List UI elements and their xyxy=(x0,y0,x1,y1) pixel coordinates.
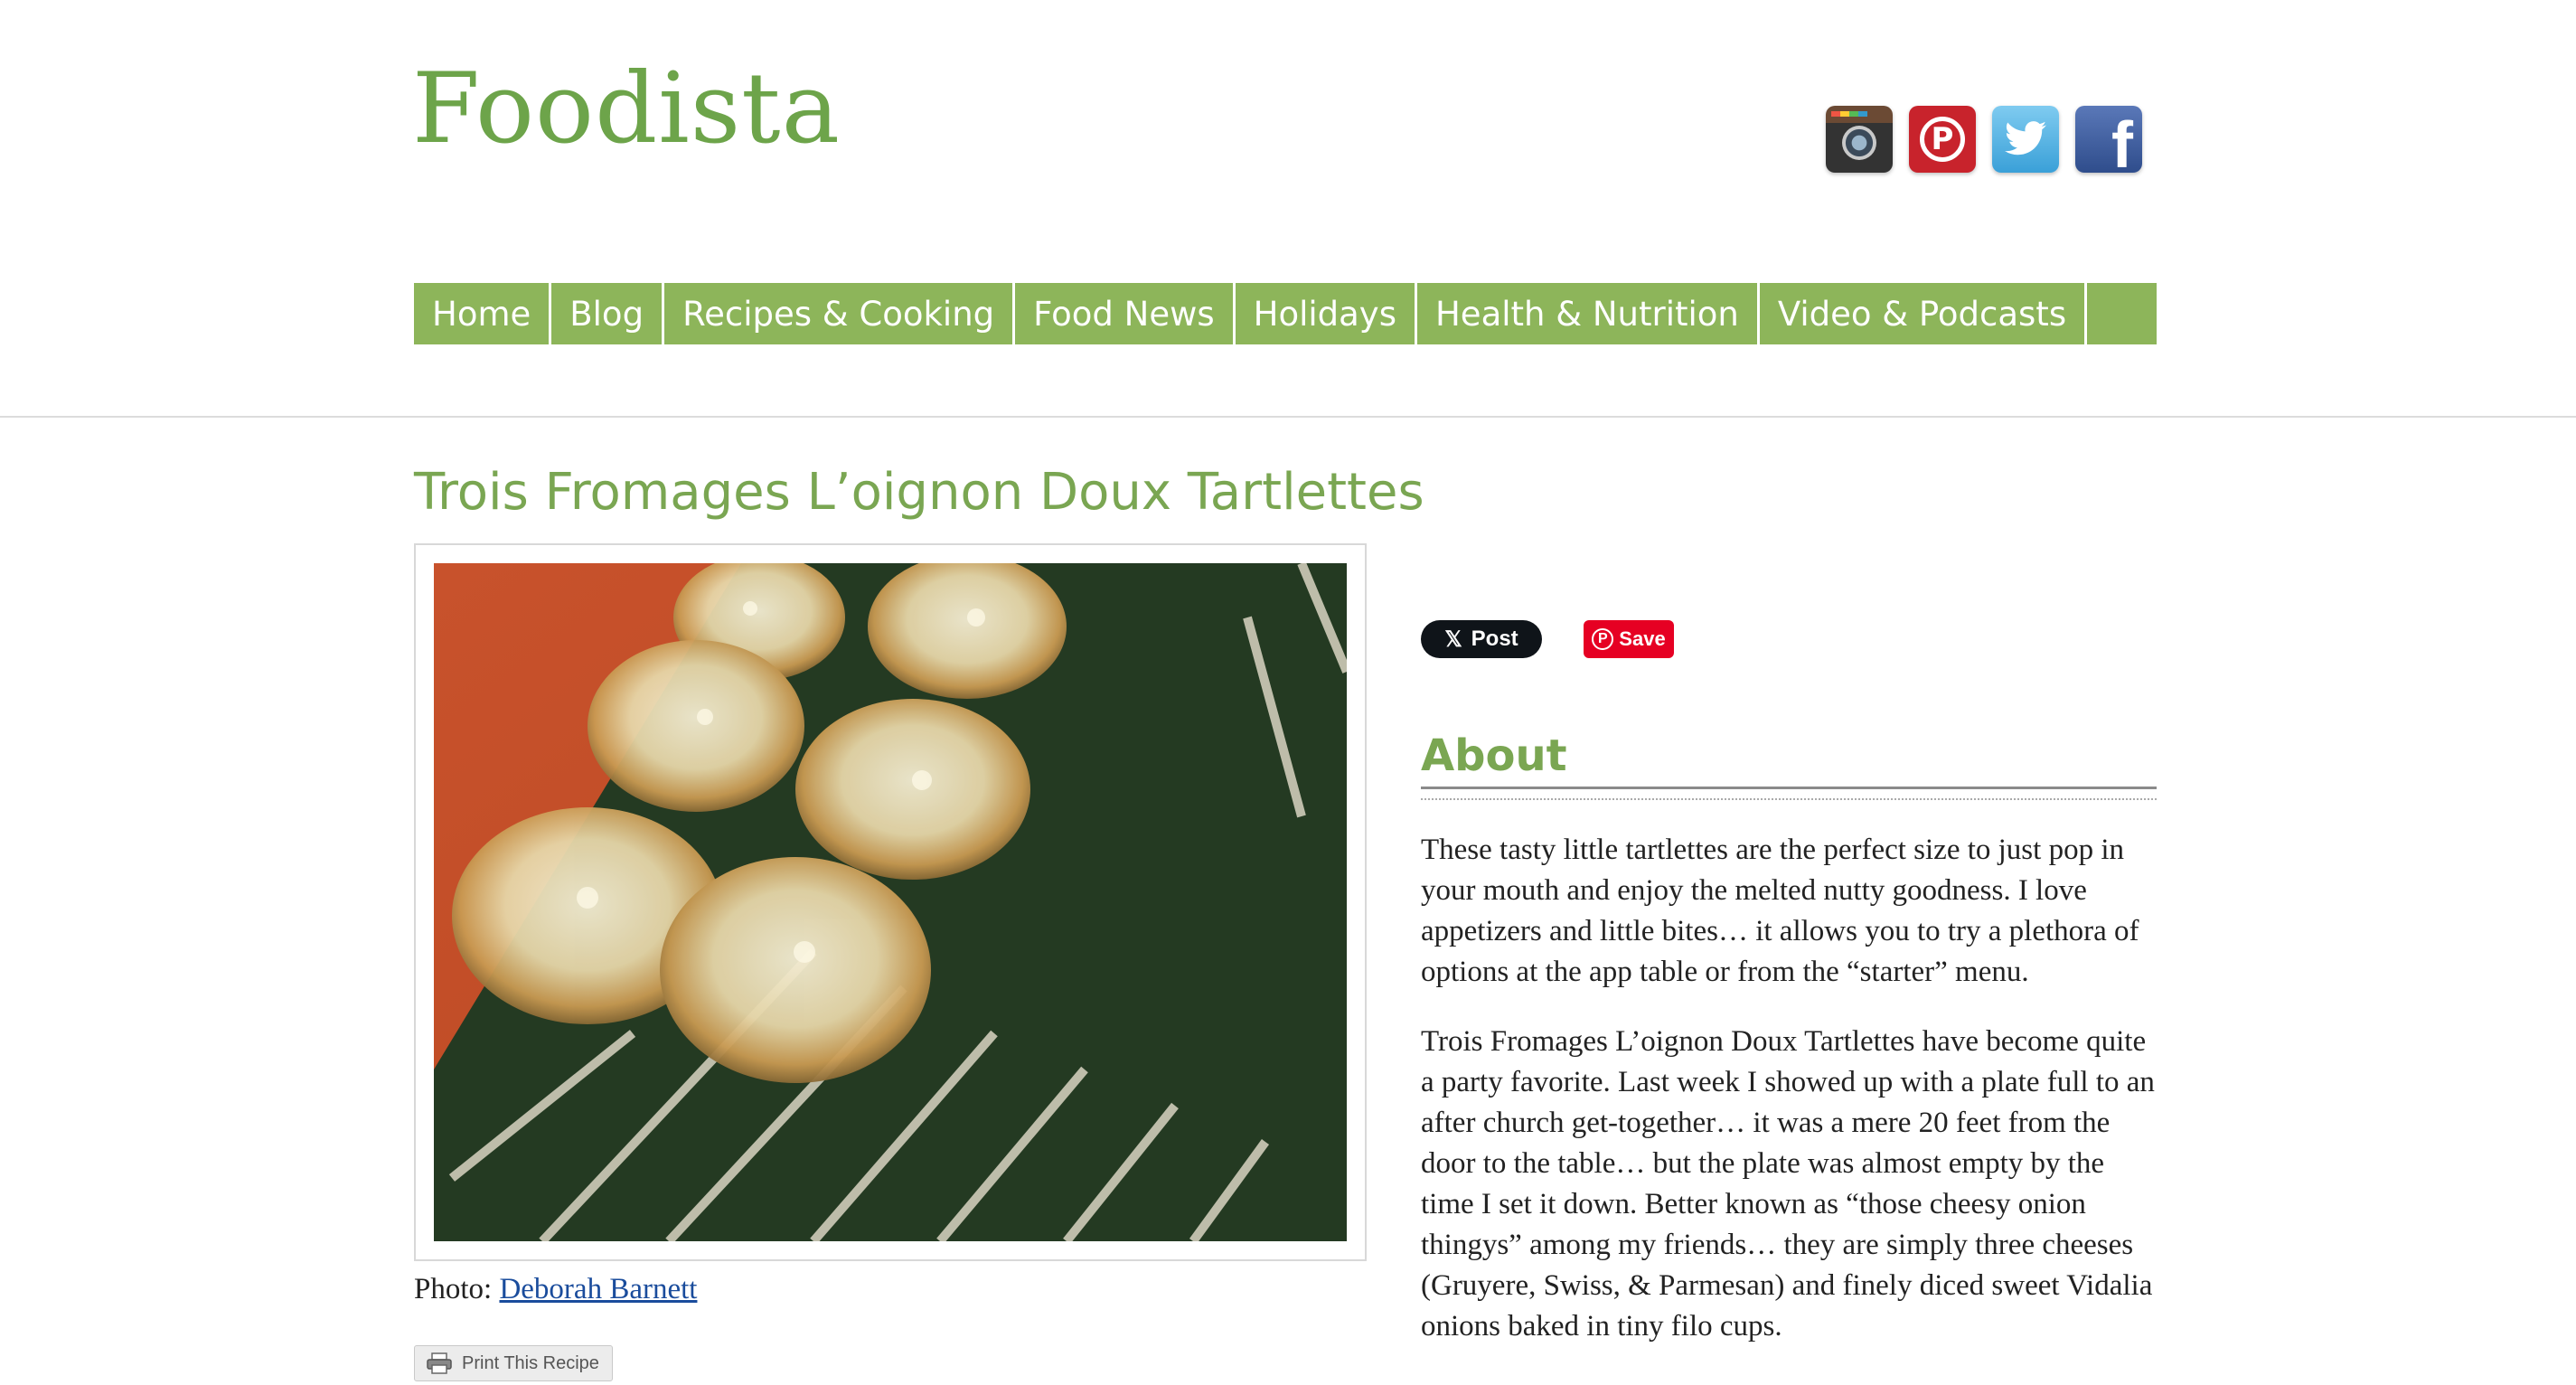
photo-author-link[interactable]: Deborah Barnett xyxy=(499,1273,697,1305)
nav-item-food-news[interactable]: Food News xyxy=(1015,283,1236,344)
nav-item-home[interactable]: Home xyxy=(414,283,552,344)
nav-item-recipes-cooking[interactable]: Recipes & Cooking xyxy=(664,283,1016,344)
nav-item-video-podcasts[interactable]: Video & Podcasts xyxy=(1760,283,2088,344)
recipe-photo-frame xyxy=(414,543,1367,1261)
about-heading: About xyxy=(1421,730,2157,789)
nav-item-holidays[interactable]: Holidays xyxy=(1236,283,1417,344)
recipe-photo[interactable] xyxy=(434,563,1347,1241)
photo-credit-prefix: Photo: xyxy=(414,1273,493,1305)
main-nav: Home Blog Recipes & Cooking Food News Ho… xyxy=(414,283,2157,344)
print-recipe-label: Print This Recipe xyxy=(462,1352,599,1373)
instagram-icon[interactable] xyxy=(1826,106,1893,173)
header-divider xyxy=(0,416,2576,418)
facebook-icon[interactable]: f xyxy=(2075,106,2142,173)
nav-item-health-nutrition[interactable]: Health & Nutrition xyxy=(1417,283,1760,344)
site-logo[interactable]: Foodista xyxy=(412,50,841,158)
about-paragraph: These tasty little tartlettes are the pe… xyxy=(1421,834,2139,988)
page-title: Trois Fromages L’oignon Doux Tartlettes xyxy=(414,463,1424,522)
photo-credit: Photo: Deborah Barnett xyxy=(414,1273,697,1306)
social-links: P f xyxy=(1826,106,2142,173)
nav-item-blog[interactable]: Blog xyxy=(551,283,665,344)
x-post-button[interactable]: 𝕏 Post xyxy=(1421,620,1542,658)
pinterest-save-button[interactable]: P Save xyxy=(1584,620,1674,658)
print-recipe-button[interactable]: Print This Recipe xyxy=(414,1345,613,1381)
about-body: These tasty little tartlettes are the pe… xyxy=(1421,830,2162,1376)
twitter-icon[interactable] xyxy=(1992,106,2059,173)
share-buttons: 𝕏 Post P Save xyxy=(1421,620,1674,658)
x-logo-icon: 𝕏 xyxy=(1444,627,1462,652)
about-divider xyxy=(1421,798,2157,800)
pinterest-icon[interactable]: P xyxy=(1909,106,1976,173)
x-post-label: Post xyxy=(1471,627,1518,651)
about-paragraph: Trois Fromages L’oignon Doux Tartlettes … xyxy=(1421,1025,2155,1343)
printer-icon xyxy=(427,1352,452,1374)
logo-text: Foodista xyxy=(412,52,841,165)
pinterest-logo-icon: P xyxy=(1592,628,1614,650)
pinterest-save-label: Save xyxy=(1619,627,1666,650)
